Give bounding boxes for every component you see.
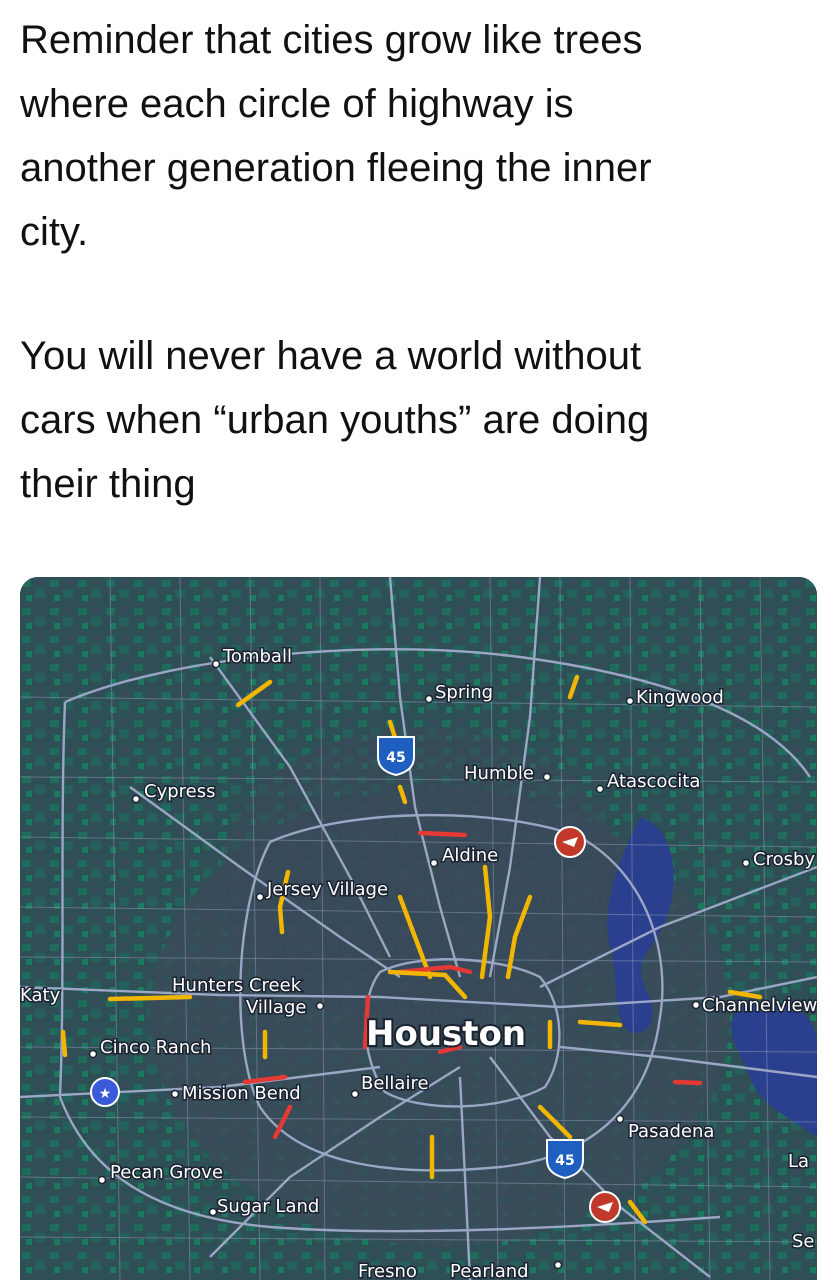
label-pecan-grove: Pecan Grove [110,1162,223,1183]
label-pasadena: Pasadena [628,1121,714,1142]
star-badge-icon[interactable]: ★ [90,1077,120,1107]
label-humble: Humble [464,763,534,784]
tweet-paragraph-1: Reminder that cities grow like trees whe… [20,18,652,254]
interstate-45-south-label: 45 [555,1153,574,1169]
label-houston: Houston [366,1014,526,1054]
label-la: La [788,1151,809,1172]
tweet-paragraph-2: You will never have a world without cars… [20,334,650,506]
svg-text:★: ★ [99,1086,112,1102]
map-canvas: 45 45 ★ Tomball Spring Kingwood Humble A… [20,577,817,1280]
interstate-45-south-shield: 45 [546,1139,584,1180]
interstate-45-north-label: 45 [386,750,405,766]
label-spring: Spring [435,682,493,703]
label-hunters-creek-line2: Village [246,997,306,1018]
label-kingwood: Kingwood [636,687,724,708]
label-crosby: Crosby [753,849,815,870]
label-jersey-village: Jersey Village [266,879,388,900]
label-fresno: Fresno [358,1261,417,1280]
label-sugar-land: Sugar Land [217,1196,319,1217]
label-atascocita: Atascocita [607,771,700,792]
label-cinco-ranch: Cinco Ranch [100,1037,211,1058]
tweet-text: Reminder that cities grow like trees whe… [20,8,820,516]
label-hunters-creek-line1: Hunters Creek [172,975,302,996]
airport-icon[interactable] [554,826,586,858]
label-mission-bend: Mission Bend [182,1083,301,1104]
label-katy: Katy [20,985,61,1006]
label-channelview: Channelview [702,995,817,1016]
hobby-airport-icon[interactable] [589,1191,621,1223]
label-cypress: Cypress [144,781,215,802]
houston-traffic-map[interactable]: 45 45 ★ Tomball Spring Kingwood Humble A… [20,577,817,1280]
interstate-45-north-shield: 45 [377,736,415,777]
label-bellaire: Bellaire [361,1073,429,1094]
label-pearland: Pearland [450,1261,529,1280]
label-se: Se [792,1231,815,1252]
label-tomball: Tomball [222,646,292,667]
label-aldine: Aldine [442,845,498,866]
